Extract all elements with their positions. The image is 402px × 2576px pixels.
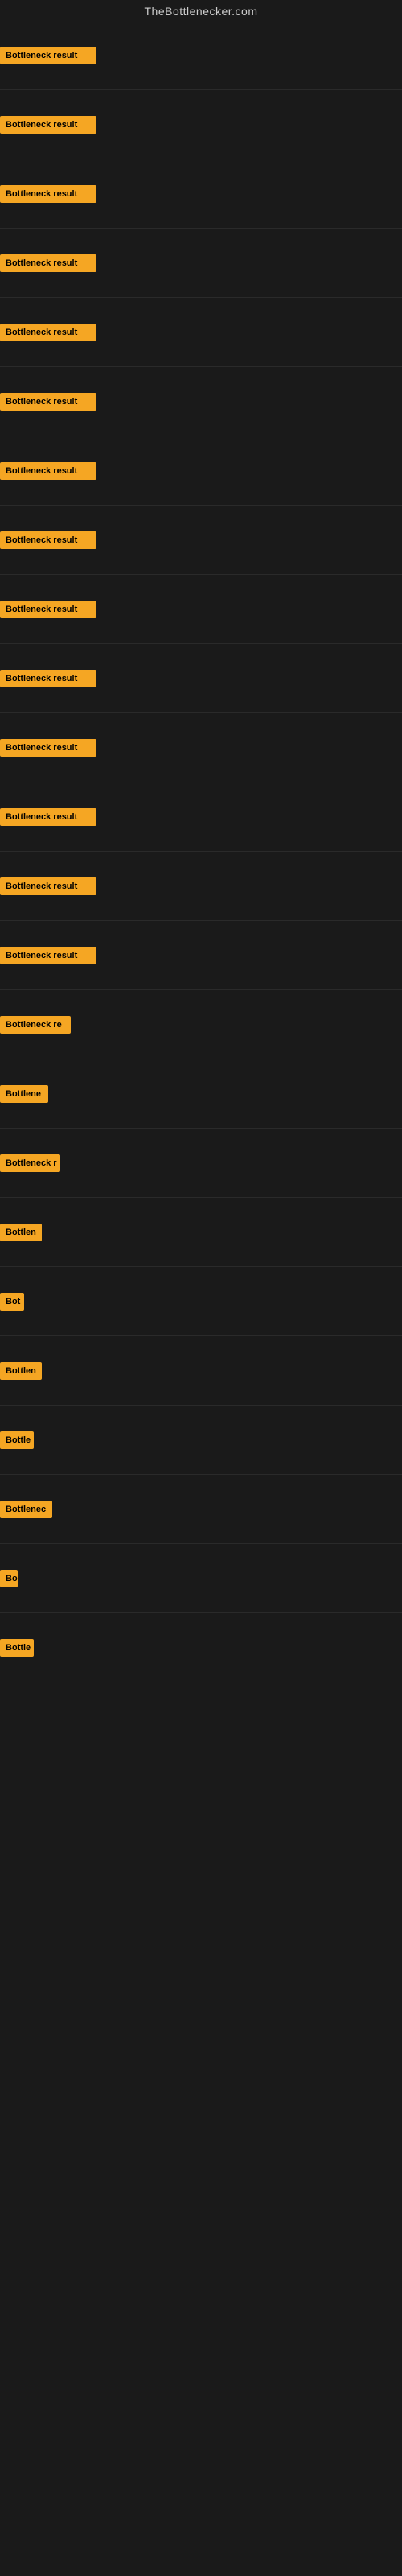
bottleneck-row: Bottlen xyxy=(0,1336,402,1406)
bottleneck-row: Bottleneck result xyxy=(0,21,402,90)
bottleneck-row: Bottleneck result xyxy=(0,436,402,506)
bottleneck-row: Bottleneck r xyxy=(0,1129,402,1198)
bottleneck-badge: Bottleneck result xyxy=(0,947,96,964)
bottleneck-badge: Bottleneck result xyxy=(0,670,96,687)
bottleneck-row: Bottleneck result xyxy=(0,713,402,782)
bottleneck-row: Bottleneck result xyxy=(0,575,402,644)
bottleneck-row: Bottleneck result xyxy=(0,229,402,298)
bottleneck-badge: Bottleneck result xyxy=(0,531,96,549)
bottleneck-badge: Bot xyxy=(0,1293,24,1311)
bottleneck-row: Bottleneck result xyxy=(0,782,402,852)
bottleneck-badge: Bottleneck result xyxy=(0,808,96,826)
bottleneck-badge: Bottle xyxy=(0,1639,34,1657)
bottleneck-row: Bottleneck result xyxy=(0,367,402,436)
bottleneck-badge: Bottleneck result xyxy=(0,254,96,272)
bottleneck-row: Bottle xyxy=(0,1613,402,1682)
bottleneck-badge: Bottlenec xyxy=(0,1501,52,1518)
bottleneck-row: Bottleneck result xyxy=(0,159,402,229)
bottleneck-badge: Bottleneck result xyxy=(0,185,96,203)
bottleneck-badge: Bottlene xyxy=(0,1085,48,1103)
bottleneck-row: Bottlen xyxy=(0,1198,402,1267)
bottleneck-row: Bottleneck result xyxy=(0,298,402,367)
bottleneck-row: Bottle xyxy=(0,1406,402,1475)
bottleneck-badge: Bottleneck result xyxy=(0,324,96,341)
bottleneck-row: Bottleneck result xyxy=(0,90,402,159)
bottleneck-row: Bottleneck result xyxy=(0,506,402,575)
bottleneck-row: Bottleneck result xyxy=(0,921,402,990)
bottleneck-badge: Bottleneck result xyxy=(0,47,96,64)
bottleneck-row: Bottleneck result xyxy=(0,644,402,713)
bottleneck-badge: Bottleneck result xyxy=(0,739,96,757)
bottleneck-badge: Bottleneck result xyxy=(0,877,96,895)
bottleneck-badge: Bottle xyxy=(0,1431,34,1449)
bottleneck-badge: Bottlen xyxy=(0,1362,42,1380)
bottleneck-badge: Bottleneck r xyxy=(0,1154,60,1172)
bottleneck-badge: Bottleneck result xyxy=(0,462,96,480)
bottleneck-badge: Bottleneck re xyxy=(0,1016,71,1034)
bottleneck-badge: Bottleneck result xyxy=(0,393,96,411)
bottleneck-badge: Bo xyxy=(0,1570,18,1587)
page-container: TheBottlenecker.com Bottleneck result Bot… xyxy=(0,0,402,2576)
bottleneck-row: Bot xyxy=(0,1267,402,1336)
bottleneck-badge: Bottlen xyxy=(0,1224,42,1241)
bottleneck-row: Bo xyxy=(0,1544,402,1613)
bottleneck-row: Bottlene xyxy=(0,1059,402,1129)
bottleneck-badge: Bottleneck result xyxy=(0,601,96,618)
bottleneck-row: Bottlenec xyxy=(0,1475,402,1544)
bottleneck-row: Bottleneck re xyxy=(0,990,402,1059)
site-title: TheBottlenecker.com xyxy=(0,0,402,21)
bottleneck-badge: Bottleneck result xyxy=(0,116,96,134)
bottleneck-row: Bottleneck result xyxy=(0,852,402,921)
